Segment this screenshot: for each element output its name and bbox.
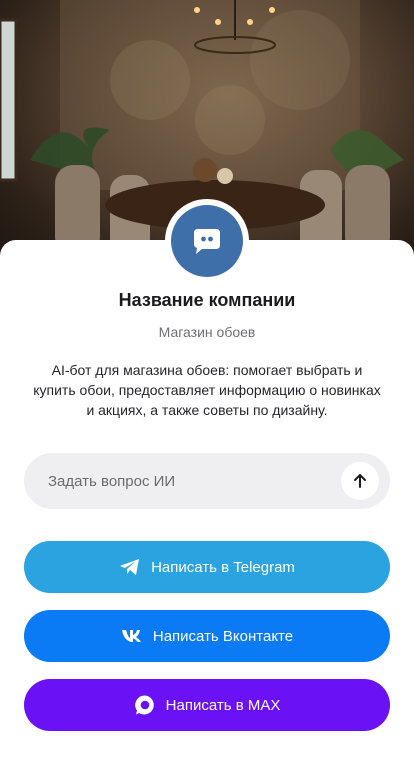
max-button-label: Написать в MAX	[165, 696, 281, 714]
avatar-circle	[171, 205, 243, 277]
chat-bot-icon	[194, 229, 220, 254]
vk-icon	[121, 629, 143, 643]
vk-button-label: Написать Вконтакте	[152, 627, 294, 645]
telegram-button-label: Написать в Telegram	[151, 558, 295, 576]
ask-ai-field[interactable]	[24, 453, 390, 509]
telegram-button[interactable]: Написать в Telegram	[24, 541, 390, 593]
arrow-up-icon	[354, 474, 366, 488]
max-icon	[134, 694, 156, 716]
company-name: Название компании	[118, 290, 296, 310]
company-description: AI-бот для магазина обоев: помогает выбр…	[33, 362, 381, 418]
vk-button[interactable]: Написать Вконтакте	[24, 610, 390, 662]
telegram-icon	[119, 558, 141, 576]
max-button[interactable]: Написать в MAX	[24, 679, 390, 731]
ask-ai-input[interactable]	[48, 472, 318, 490]
company-avatar	[165, 199, 249, 283]
send-button[interactable]	[341, 462, 379, 500]
company-subtitle: Магазин обоев	[158, 324, 256, 340]
